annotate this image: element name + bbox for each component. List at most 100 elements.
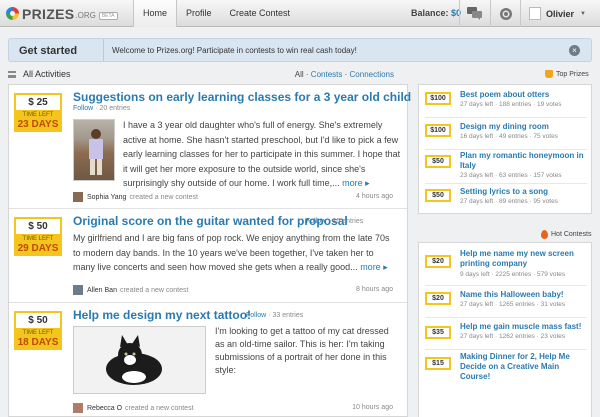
time-left-label: TIME LEFT bbox=[22, 236, 54, 242]
contest-title[interactable]: Suggestions on early learning classes fo… bbox=[73, 90, 411, 104]
timestamp: 8 hours ago bbox=[356, 286, 393, 293]
close-icon[interactable]: × bbox=[569, 45, 580, 56]
more-link[interactable]: more ▸ bbox=[342, 178, 370, 188]
child-photo-icon bbox=[89, 129, 103, 175]
divider bbox=[425, 183, 587, 184]
follow-link[interactable]: Follow bbox=[246, 312, 266, 319]
contest-link[interactable]: Setting lyrics to a song bbox=[460, 187, 590, 197]
activity-action: created a new contest bbox=[119, 286, 189, 294]
hot-contests-label: Hot Contests bbox=[541, 230, 591, 239]
banner-divider bbox=[103, 39, 104, 61]
top-navbar: PRIZES .ORG BETA Home Profile Create Con… bbox=[0, 0, 600, 27]
contest-stats: 23 days left · 63 entries · 157 votes bbox=[460, 172, 562, 179]
list-item[interactable]: $100 Design my dining room 16 days left … bbox=[425, 122, 587, 148]
contest-link[interactable]: Plan my romantic honeymoon in Italy bbox=[460, 151, 590, 171]
prize-badge: $20 bbox=[425, 292, 451, 305]
nav-profile[interactable]: Profile bbox=[177, 0, 221, 27]
contest-photo[interactable] bbox=[73, 119, 115, 181]
settings-button[interactable] bbox=[490, 0, 520, 27]
nav-create-contest[interactable]: Create Contest bbox=[221, 0, 300, 27]
balance-label: Balance: bbox=[411, 8, 449, 18]
entries-count: 15 entries bbox=[332, 218, 364, 225]
contest-link[interactable]: Best poem about otters bbox=[460, 90, 590, 100]
list-icon bbox=[8, 71, 16, 78]
contest-description: I'm looking to get a tattoo of my cat dr… bbox=[215, 326, 389, 375]
list-item[interactable]: $100 Best poem about otters 27 days left… bbox=[425, 90, 587, 116]
avatar[interactable] bbox=[73, 192, 83, 202]
activities-title: All Activities bbox=[23, 69, 71, 79]
prize-amount: $ 50 bbox=[14, 217, 62, 234]
list-item[interactable]: $35 Help me gain muscle mass fast! 27 da… bbox=[425, 322, 587, 348]
prize-badge: $50 bbox=[425, 189, 451, 202]
filter-contests[interactable]: Contests bbox=[311, 70, 343, 79]
filter-all[interactable]: All bbox=[295, 70, 304, 79]
feed-item: $ 50 TIME LEFT 18 DAYS Help me design my… bbox=[9, 303, 407, 417]
top-prizes-label: Top Prizes bbox=[545, 70, 589, 78]
entries-count: 33 entries bbox=[272, 312, 304, 319]
activity-footer: Allen Ban created a new contest bbox=[73, 284, 188, 296]
divider bbox=[425, 117, 587, 118]
user-avatar bbox=[529, 7, 541, 20]
contest-stats: 27 days left · 1265 entries · 31 votes bbox=[460, 301, 566, 308]
contest-stats: 16 days left · 49 entries · 75 votes bbox=[460, 133, 558, 140]
user-name[interactable]: Sophia Yang bbox=[87, 194, 126, 201]
user-name[interactable]: Rebecca O bbox=[87, 405, 122, 412]
time-left: TIME LEFT 18 DAYS bbox=[14, 328, 62, 350]
contest-link[interactable]: Making Dinner for 2, Help Me Decide on a… bbox=[460, 352, 590, 382]
list-item[interactable]: $20 Help me name my new screen printing … bbox=[425, 249, 587, 283]
banner-title: Get started bbox=[19, 45, 78, 57]
get-started-banner: Get started Welcome to Prizes.org! Parti… bbox=[8, 38, 592, 62]
time-left-value: 18 DAYS bbox=[17, 337, 59, 348]
time-left: TIME LEFT 23 DAYS bbox=[14, 110, 62, 132]
contest-link[interactable]: Name this Halloween baby! bbox=[460, 290, 590, 300]
contest-link[interactable]: Help me name my new screen printing comp… bbox=[460, 249, 590, 269]
activity-filters: All · Contests · Connections bbox=[295, 70, 394, 79]
prize-tag: $ 25 TIME LEFT 23 DAYS bbox=[14, 93, 62, 132]
prizes-logo[interactable]: PRIZES .ORG BETA bbox=[6, 5, 118, 22]
divider bbox=[425, 149, 587, 150]
banner-text: Welcome to Prizes.org! Participate in co… bbox=[112, 46, 357, 55]
user-menu[interactable]: Olivier ▼ bbox=[520, 0, 600, 27]
contest-photo[interactable] bbox=[73, 326, 206, 394]
chevron-down-icon: ▼ bbox=[580, 10, 586, 17]
user-name[interactable]: Allen Ban bbox=[87, 287, 117, 294]
divider bbox=[425, 349, 587, 350]
messages-button[interactable] bbox=[459, 0, 489, 27]
avatar[interactable] bbox=[73, 403, 83, 413]
prize-badge: $50 bbox=[425, 155, 451, 168]
feed-item: $ 50 TIME LEFT 29 DAYS Original score on… bbox=[9, 209, 407, 303]
hot-contests-box: $20 Help me name my new screen printing … bbox=[418, 242, 592, 417]
list-item[interactable]: $15 Making Dinner for 2, Help Me Decide … bbox=[425, 352, 587, 386]
trophy-icon bbox=[545, 70, 553, 78]
follow-link[interactable]: Follow bbox=[73, 105, 93, 112]
contest-meta: Follow · 33 entries bbox=[246, 312, 304, 319]
follow-link[interactable]: Follow bbox=[306, 218, 326, 225]
balance: Balance: $0 bbox=[411, 0, 461, 27]
contest-stats: 9 days left · 2225 entries · 579 votes bbox=[460, 271, 566, 278]
list-item[interactable]: $50 Setting lyrics to a song 27 days lef… bbox=[425, 187, 587, 211]
globe-icon bbox=[499, 7, 512, 20]
prize-badge: $20 bbox=[425, 255, 451, 268]
nav-home[interactable]: Home bbox=[133, 0, 178, 27]
activities-header: All Activities All · Contests · Connecti… bbox=[8, 68, 408, 82]
contest-title[interactable]: Help me design my next tattoo! bbox=[73, 308, 251, 322]
divider bbox=[425, 285, 587, 286]
filter-connections[interactable]: Connections bbox=[350, 70, 394, 79]
timestamp: 10 hours ago bbox=[352, 404, 393, 411]
list-item[interactable]: $20 Name this Halloween baby! 27 days le… bbox=[425, 290, 587, 316]
contest-stats: 27 days left · 1262 entries · 23 votes bbox=[460, 333, 566, 340]
contest-link[interactable]: Help me gain muscle mass fast! bbox=[460, 322, 590, 332]
logo-text: PRIZES bbox=[22, 5, 75, 22]
list-item[interactable]: $50 Plan my romantic honeymoon in Italy … bbox=[425, 151, 587, 183]
avatar[interactable] bbox=[73, 285, 83, 295]
activity-feed: $ 25 TIME LEFT 23 DAYS Suggestions on ea… bbox=[8, 84, 411, 417]
prize-badge: $35 bbox=[425, 326, 451, 339]
prize-amount: $ 25 bbox=[14, 93, 62, 110]
more-link[interactable]: more ▸ bbox=[360, 262, 388, 272]
prize-badge: $100 bbox=[425, 92, 451, 105]
contest-link[interactable]: Design my dining room bbox=[460, 122, 590, 132]
time-left-label: TIME LEFT bbox=[22, 112, 54, 118]
cat-photo-icon bbox=[106, 335, 162, 385]
feed-item: $ 25 TIME LEFT 23 DAYS Suggestions on ea… bbox=[9, 85, 411, 209]
prize-amount: $ 50 bbox=[14, 311, 62, 328]
